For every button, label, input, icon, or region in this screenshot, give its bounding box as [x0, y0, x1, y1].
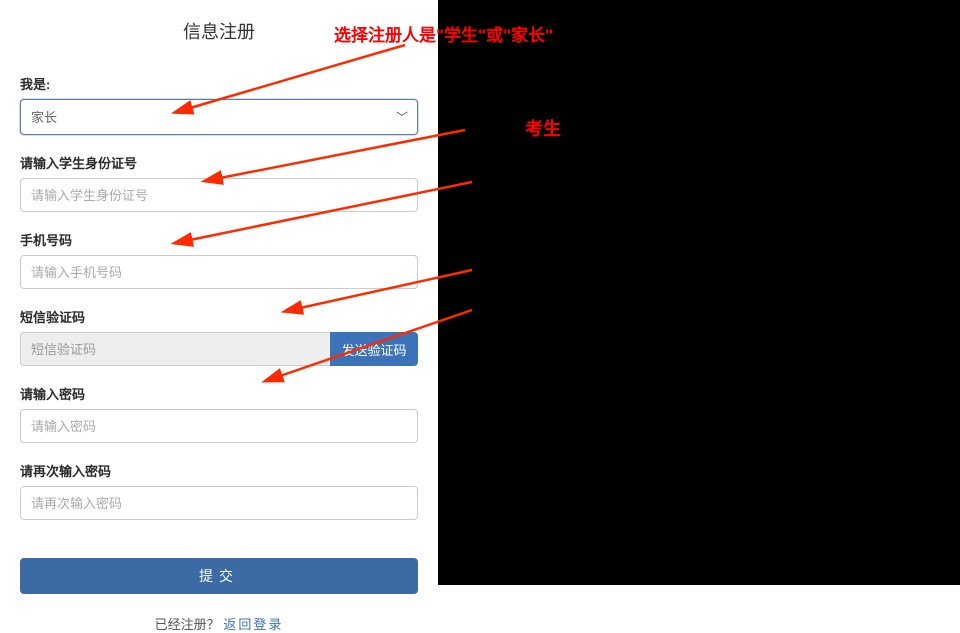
right-blackout — [438, 0, 960, 585]
input-sms[interactable] — [20, 332, 330, 366]
submit-button[interactable]: 提交 — [20, 558, 418, 594]
footer-line: 已经注册？ 返回登录 — [20, 614, 418, 633]
field-iam: 我是: 家长 ﹀ — [20, 74, 418, 135]
label-phone: 手机号码 — [20, 230, 418, 249]
input-password2[interactable] — [20, 486, 418, 520]
input-student-id[interactable] — [20, 178, 418, 212]
login-link[interactable]: 返回登录 — [223, 617, 283, 632]
footer-text: 已经注册？ — [155, 617, 220, 632]
label-password: 请输入密码 — [20, 384, 418, 403]
field-password2: 请再次输入密码 — [20, 461, 418, 520]
label-iam: 我是: — [20, 74, 418, 93]
label-password2: 请再次输入密码 — [20, 461, 418, 480]
send-sms-button[interactable]: 发送验证码 — [330, 332, 418, 366]
input-password[interactable] — [20, 409, 418, 443]
field-phone: 手机号码 — [20, 230, 418, 289]
input-phone[interactable] — [20, 255, 418, 289]
label-sms: 短信验证码 — [20, 307, 418, 326]
annotation-right: 考生 — [525, 115, 561, 141]
label-student-id: 请输入学生身份证号 — [20, 153, 418, 172]
select-iam[interactable]: 家长 — [20, 99, 418, 135]
annotation-top: 选择注册人是"学生"或"家长" — [334, 21, 553, 46]
field-sms: 短信验证码 发送验证码 — [20, 307, 418, 366]
field-password: 请输入密码 — [20, 384, 418, 443]
form-panel: 信息注册 我是: 家长 ﹀ 请输入学生身份证号 手机号码 短信验证码 发送验证码 — [0, 0, 438, 585]
field-student-id: 请输入学生身份证号 — [20, 153, 418, 212]
